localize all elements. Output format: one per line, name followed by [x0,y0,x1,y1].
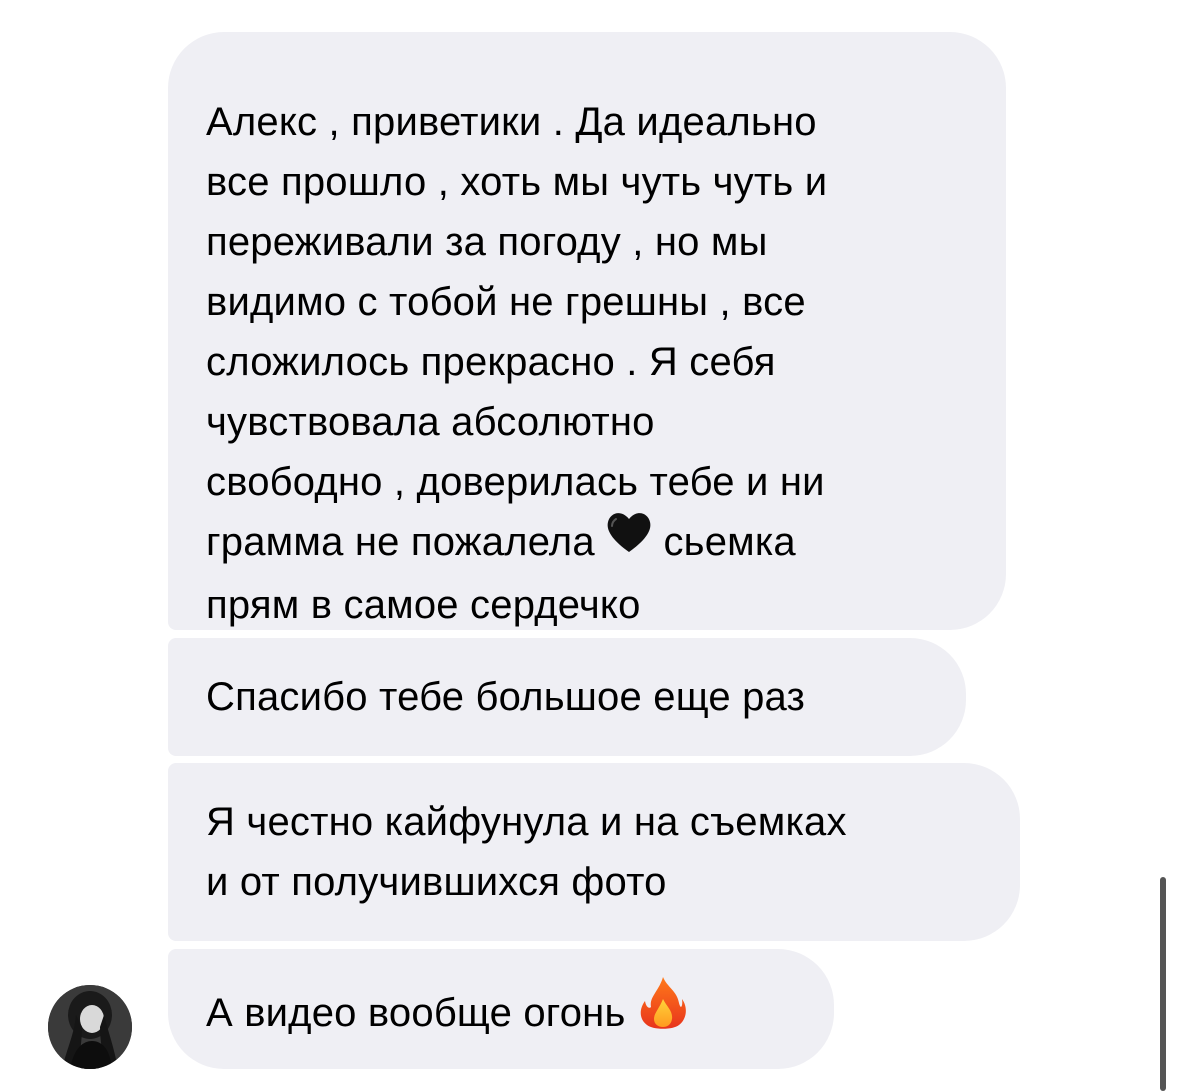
message-bubble[interactable]: Алекс , приветики . Да идеально все прош… [168,32,1006,630]
message-line: Алекс , приветики . Да идеально [206,100,817,144]
message-line: сложилось прекрасно . Я себя [206,340,776,384]
message-line: Спасибо тебе большое еще раз [206,675,806,719]
message-line: свободно , доверилась тебе и ни [206,460,825,504]
message-bubble[interactable]: Спасибо тебе большое еще раз [168,638,966,756]
chat-thread: Алекс , приветики . Да идеально все прош… [0,0,1179,1091]
message-line: грамма не пожалела [206,520,595,564]
message-bubble[interactable]: Я честно кайфунула и на съемках и от пол… [168,763,1020,941]
message-line: переживали за погоду , но мы [206,220,768,264]
message-line: Я честно кайфунула и на съемках [206,800,847,844]
message-line: А видео вообще огонь [206,991,626,1036]
fire-icon [637,975,689,1048]
avatar[interactable] [48,985,132,1069]
user-avatar-icon [48,985,132,1069]
message-line: видимо с тобой не грешны , все [206,280,806,324]
black-heart-icon [606,510,652,571]
message-line: сьемка [663,520,796,564]
message-line: все прошло , хоть мы чуть чуть и [206,160,828,204]
message-line: прям в самое сердечко [206,582,641,627]
scrollbar[interactable] [1160,877,1166,1091]
message-bubble[interactable]: А видео вообще огонь [168,949,834,1069]
message-line: чувствовала абсолютно [206,400,655,444]
message-line: и от получившихся фото [206,860,667,904]
